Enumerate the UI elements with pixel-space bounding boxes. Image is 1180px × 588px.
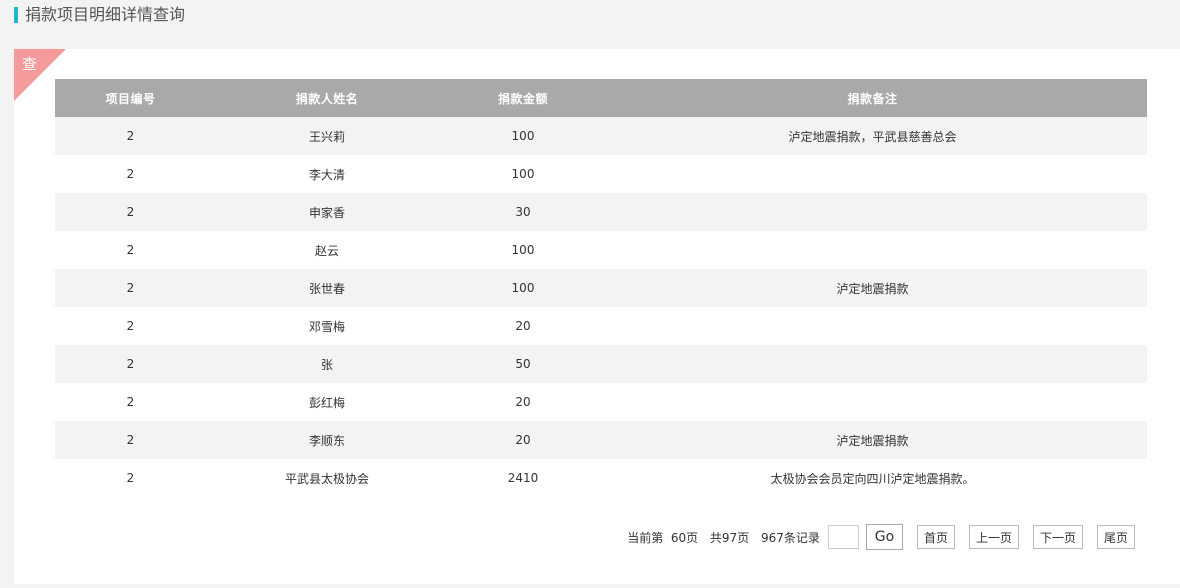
col-header-amount: 捐款金额 — [448, 79, 598, 117]
table-row: 2 彭红梅 20 — [55, 383, 1147, 421]
pager-info: 当前第 60页 共97页 967条记录 — [627, 529, 828, 546]
cell-remark: 泸定地震捐款 — [598, 421, 1147, 459]
goto-page-input[interactable] — [827, 525, 859, 549]
next-page-button[interactable]: 下一页 — [1032, 525, 1083, 549]
table-row: 2 邓雪梅 20 — [55, 307, 1147, 345]
table-row: 2 平武县太极协会 2410 太极协会会员定向四川泸定地震捐款。 — [55, 459, 1147, 497]
cell-remark — [598, 345, 1147, 383]
table-row: 2 李大清 100 — [55, 155, 1147, 193]
table-header-row: 项目编号 捐款人姓名 捐款金额 捐款备注 — [55, 79, 1147, 117]
cell-project-id: 2 — [55, 383, 206, 421]
cell-remark — [598, 193, 1147, 231]
total-pages-text: 共97页 — [709, 530, 750, 545]
cell-remark — [598, 155, 1147, 193]
col-header-remark: 捐款备注 — [598, 79, 1147, 117]
cell-remark — [598, 231, 1147, 269]
cell-remark: 太极协会会员定向四川泸定地震捐款。 — [598, 459, 1147, 497]
page-title: 捐款项目明细详情查询 — [25, 5, 186, 24]
cell-project-id: 2 — [55, 459, 206, 497]
cell-donor-name: 王兴莉 — [206, 117, 448, 155]
last-page-button[interactable]: 尾页 — [1096, 525, 1135, 549]
table-row: 2 申家香 30 — [55, 193, 1147, 231]
donation-table: 项目编号 捐款人姓名 捐款金额 捐款备注 2 王兴莉 100 泸定地震捐款，平武县慈善… — [55, 79, 1147, 497]
cell-amount: 20 — [448, 383, 598, 421]
cell-remark: 泸定地震捐款 — [598, 269, 1147, 307]
table-row: 2 王兴莉 100 泸定地震捐款，平武县慈善总会 — [55, 117, 1147, 155]
cell-amount: 30 — [448, 193, 598, 231]
cell-amount: 2410 — [448, 459, 598, 497]
cell-amount: 20 — [448, 307, 598, 345]
cell-donor-name: 李大清 — [206, 155, 448, 193]
title-accent-bar — [14, 7, 18, 23]
cell-amount: 20 — [448, 421, 598, 459]
table-row: 2 李顺东 20 泸定地震捐款 — [55, 421, 1147, 459]
cell-donor-name: 赵云 — [206, 231, 448, 269]
cell-amount: 50 — [448, 345, 598, 383]
pagination: 当前第 60页 共97页 967条记录 Go 首页 上一页 下一页 尾页 — [627, 524, 1135, 550]
cell-remark — [598, 307, 1147, 345]
cell-amount: 100 — [448, 231, 598, 269]
total-records-text: 967条记录 — [761, 530, 820, 545]
cell-donor-name: 平武县太极协会 — [206, 459, 448, 497]
cell-donor-name: 申家香 — [206, 193, 448, 231]
table-row: 2 赵云 100 — [55, 231, 1147, 269]
cell-remark: 泸定地震捐款，平武县慈善总会 — [598, 117, 1147, 155]
cell-donor-name: 李顺东 — [206, 421, 448, 459]
cell-donor-name: 彭红梅 — [206, 383, 448, 421]
cell-project-id: 2 — [55, 231, 206, 269]
table-row: 2 张 50 — [55, 345, 1147, 383]
corner-label: 查 — [22, 55, 38, 73]
cell-project-id: 2 — [55, 155, 206, 193]
cell-donor-name: 张世春 — [206, 269, 448, 307]
page-header: 捐款项目明细详情查询 — [14, 6, 185, 24]
first-page-button[interactable]: 首页 — [916, 525, 955, 549]
cell-donor-name: 邓雪梅 — [206, 307, 448, 345]
table-row: 2 张世春 100 泸定地震捐款 — [55, 269, 1147, 307]
current-page-text: 当前第 60页 — [627, 530, 699, 545]
cell-amount: 100 — [448, 117, 598, 155]
table-body: 2 王兴莉 100 泸定地震捐款，平武县慈善总会 2 李大清 100 2 申家香 30 2 赵云 100… — [55, 117, 1147, 497]
cell-project-id: 2 — [55, 421, 206, 459]
cell-project-id: 2 — [55, 269, 206, 307]
cell-donor-name: 张 — [206, 345, 448, 383]
cell-project-id: 2 — [55, 117, 206, 155]
cell-amount: 100 — [448, 155, 598, 193]
query-panel: 查 项目编号 捐款人姓名 捐款金额 捐款备注 2 王兴莉 100 泸定地震捐款，平武县… — [14, 49, 1180, 584]
cell-project-id: 2 — [55, 307, 206, 345]
prev-page-button[interactable]: 上一页 — [968, 525, 1019, 549]
col-header-donor-name: 捐款人姓名 — [206, 79, 448, 117]
cell-project-id: 2 — [55, 345, 206, 383]
cell-amount: 100 — [448, 269, 598, 307]
cell-remark — [598, 383, 1147, 421]
go-button[interactable]: Go — [865, 524, 903, 550]
cell-project-id: 2 — [55, 193, 206, 231]
col-header-project-id: 项目编号 — [55, 79, 206, 117]
